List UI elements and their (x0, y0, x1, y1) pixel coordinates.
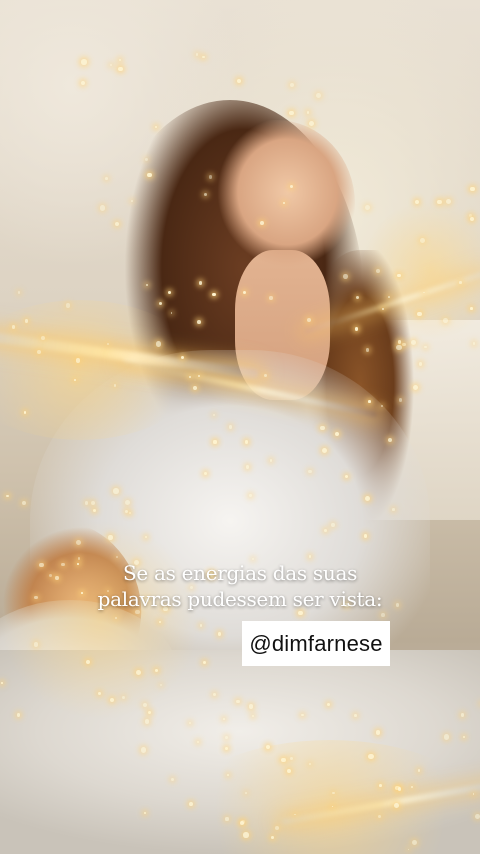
caption-line-2: palavras pudessem ser vista: (97, 587, 383, 611)
sparkle-dot (237, 78, 242, 83)
sparkle-dot (289, 110, 294, 116)
sparkle-dot (470, 186, 475, 192)
sparkle-dot (99, 205, 106, 211)
sparkle-dot (202, 55, 206, 59)
sparkle-dot (118, 66, 123, 72)
creator-handle-tag[interactable]: @dimfarnese (242, 621, 390, 666)
creator-handle: @dimfarnese (249, 630, 383, 656)
sparkle-dot (81, 59, 87, 65)
sparkle-dot (105, 177, 108, 181)
sparkle-dot (154, 126, 157, 128)
sparkle-dot (306, 111, 310, 114)
caption-line-1: Se as energias das suas (122, 561, 358, 585)
sparkle-dot (289, 83, 294, 88)
sparkle-dot (80, 80, 85, 85)
sparkle-dot (6, 494, 9, 498)
sparkle-dot (308, 120, 314, 126)
sparkle-dot (316, 92, 322, 99)
sparkle-dot (118, 58, 121, 61)
sparkle-dot (364, 204, 371, 211)
caption-text: Se as energias das suas palavras pudesse… (0, 560, 480, 612)
sparkle-dot (17, 291, 21, 294)
sparkle-dot (109, 63, 113, 67)
sparkle-dot (21, 501, 26, 506)
woman-face (205, 120, 355, 280)
energy-glow (0, 520, 200, 720)
video-frame[interactable]: Se as energias das suas palavras pudesse… (0, 0, 480, 854)
sparkle-dot (195, 53, 199, 56)
